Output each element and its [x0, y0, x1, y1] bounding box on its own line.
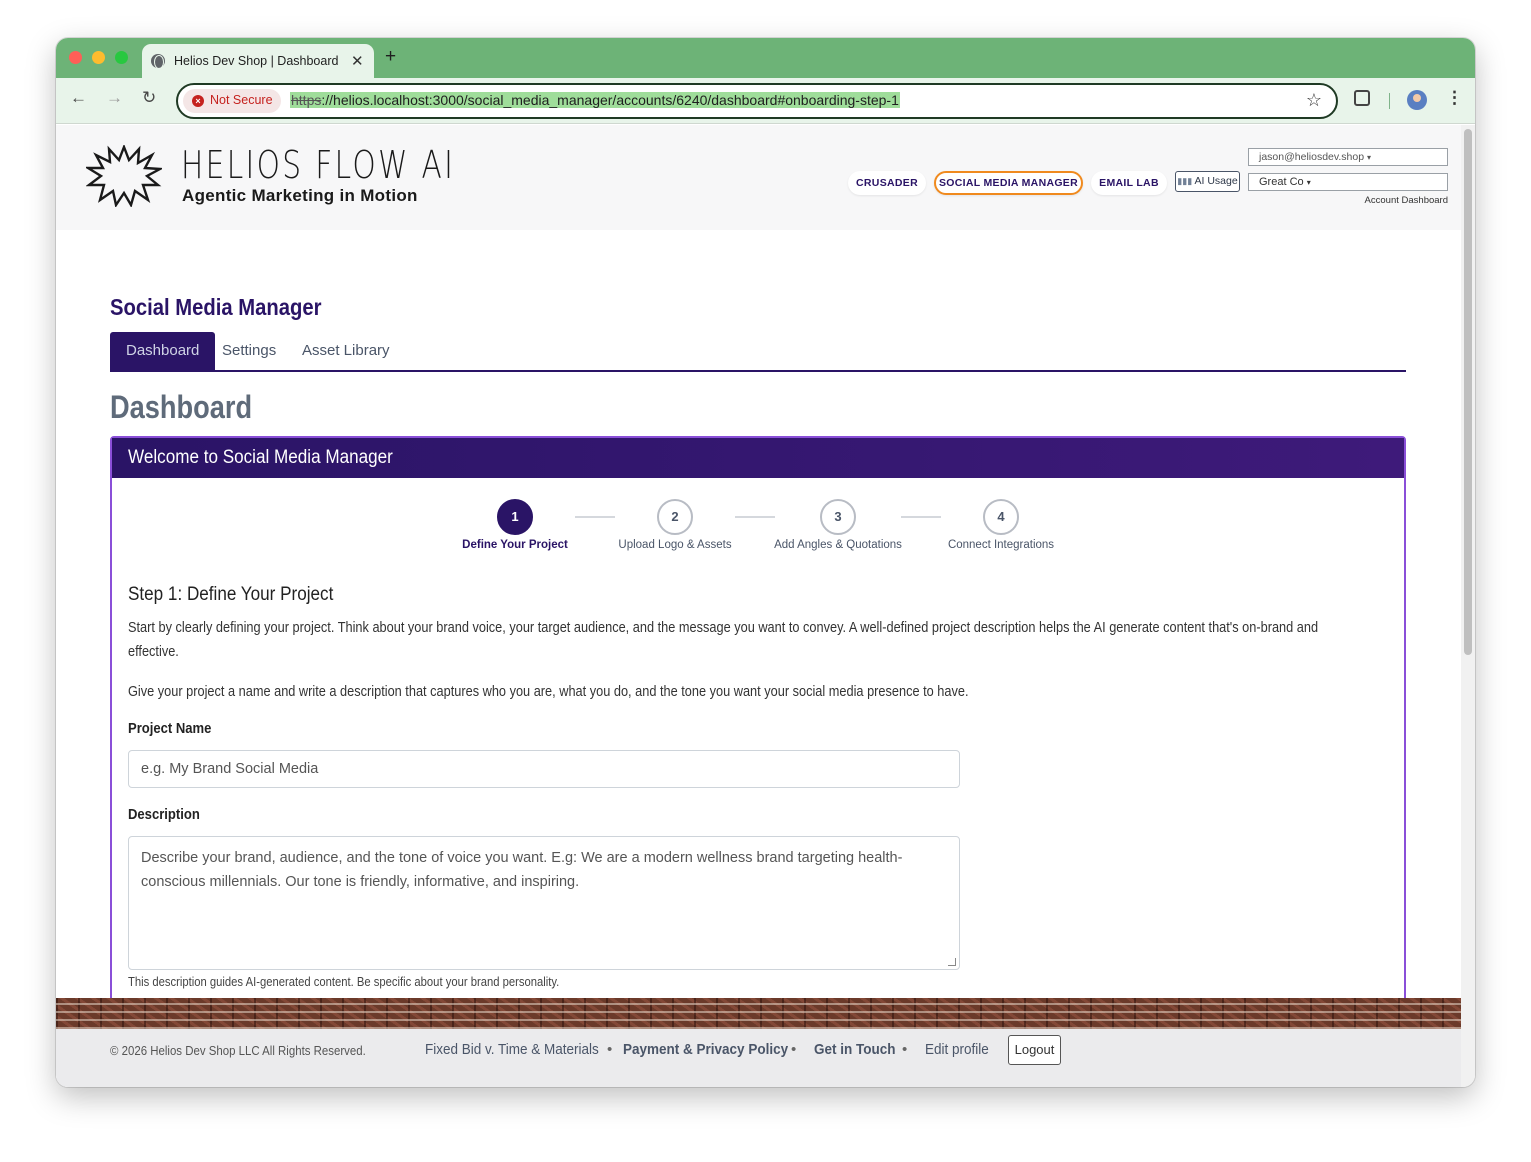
card-header: Welcome to Social Media Manager — [112, 438, 1404, 478]
section-tabs: Dashboard Settings Asset Library — [110, 332, 1406, 372]
card-title: Welcome to Social Media Manager — [128, 447, 393, 468]
browser-window: Helios Dev Shop | Dashboard ✕ + ← → ↻ × … — [56, 38, 1475, 1087]
toolbar-divider — [1389, 93, 1390, 109]
step-4-indicator[interactable]: 4 — [983, 499, 1019, 535]
profile-avatar[interactable] — [1407, 90, 1427, 110]
copyright-text: © 2026 Helios Dev Shop LLC All Rights Re… — [110, 1043, 366, 1058]
back-arrow-icon[interactable]: ← — [70, 88, 87, 108]
step-2-label: Upload Logo & Assets — [618, 539, 732, 551]
instruction-paragraph: Give your project a name and write a des… — [128, 684, 969, 700]
caret-down-icon: ▾ — [1306, 178, 1311, 187]
url-path: ://helios.localhost:3000/social_media_ma… — [321, 92, 899, 108]
footer-link-edit-profile[interactable]: Edit profile — [925, 1041, 989, 1058]
user-email: jason@heliosdev.shop — [1259, 151, 1365, 163]
close-window-button[interactable] — [69, 51, 82, 64]
step-connector — [575, 516, 615, 518]
ai-usage-button[interactable]: ▮▮▮ AI Usage — [1175, 171, 1240, 192]
account-name: Great Co — [1259, 176, 1304, 188]
app-title: Social Media Manager — [110, 294, 322, 320]
ai-usage-label: AI Usage — [1194, 175, 1238, 187]
browser-toolbar: ← → ↻ × Not Secure https://helios.localh… — [56, 78, 1475, 124]
project-name-label: Project Name — [128, 721, 212, 737]
tab-dashboard[interactable]: Dashboard — [110, 332, 216, 370]
nav-crusader[interactable]: CRUSADER — [848, 171, 926, 195]
url-text[interactable]: https://helios.localhost:3000/social_med… — [290, 92, 900, 108]
page-scrollbar[interactable] — [1461, 125, 1475, 1087]
logout-button[interactable]: Logout — [1008, 1035, 1061, 1065]
minimize-window-button[interactable] — [92, 51, 105, 64]
step-connector — [901, 516, 941, 518]
footer-link-payment-privacy[interactable]: Payment & Privacy Policy — [623, 1041, 788, 1058]
warning-icon: × — [192, 95, 204, 107]
star-icon[interactable]: ☆ — [1306, 90, 1322, 111]
tab-asset-library[interactable]: Asset Library — [302, 332, 390, 370]
browser-tab-active[interactable]: Helios Dev Shop | Dashboard ✕ — [142, 44, 374, 78]
new-tab-button[interactable]: + — [385, 46, 396, 68]
extensions-icon[interactable] — [1354, 90, 1370, 106]
tab-settings[interactable]: Settings — [222, 332, 276, 370]
footer-separator: • — [902, 1041, 908, 1058]
site-header: HELIOS FLOW AI Agentic Marketing in Moti… — [56, 125, 1461, 230]
description-label: Description — [128, 807, 200, 823]
step-connector — [735, 516, 775, 518]
tab-title: Helios Dev Shop | Dashboard — [174, 54, 339, 68]
address-bar[interactable]: × Not Secure https://helios.localhost:30… — [176, 83, 1338, 119]
step-2-indicator[interactable]: 2 — [657, 499, 693, 535]
resize-handle-icon[interactable] — [948, 958, 956, 966]
step-3-label: Add Angles & Quotations — [774, 539, 902, 551]
brick-banner — [56, 998, 1461, 1029]
url-scheme: https — [291, 92, 322, 108]
page-viewport: HELIOS FLOW AI Agentic Marketing in Moti… — [56, 125, 1461, 1087]
security-indicator[interactable]: × Not Secure — [183, 89, 281, 113]
user-menu-select[interactable]: jason@heliosdev.shop ▾ — [1248, 148, 1448, 166]
page-heading: Dashboard — [110, 389, 253, 425]
step-3-indicator[interactable]: 3 — [820, 499, 856, 535]
reload-icon[interactable]: ↻ — [142, 88, 156, 108]
account-dashboard-link[interactable]: Account Dashboard — [1365, 195, 1448, 206]
onboarding-card: Welcome to Social Media Manager 1 Define… — [110, 436, 1406, 1087]
footer-separator: • — [607, 1041, 613, 1058]
caret-down-icon: ▾ — [1366, 153, 1371, 162]
tab-strip: Helios Dev Shop | Dashboard ✕ + — [56, 38, 1475, 78]
footer-link-fixed-bid[interactable]: Fixed Bid v. Time & Materials — [425, 1041, 599, 1058]
account-select[interactable]: Great Co ▾ — [1248, 173, 1448, 191]
starburst-logo-icon[interactable] — [86, 145, 162, 207]
scrollbar-thumb[interactable] — [1464, 129, 1472, 655]
maximize-window-button[interactable] — [115, 51, 128, 64]
description-help-text: This description guides AI-generated con… — [128, 975, 560, 989]
brand-name[interactable]: HELIOS FLOW AI — [181, 143, 455, 187]
project-name-input[interactable] — [128, 750, 960, 788]
forward-arrow-icon[interactable]: → — [106, 88, 123, 108]
tab-close-icon[interactable]: ✕ — [351, 52, 364, 70]
footer-link-get-in-touch[interactable]: Get in Touch — [814, 1041, 896, 1058]
intro-paragraph: Start by clearly defining your project. … — [128, 620, 1319, 660]
more-menu-icon[interactable]: ⋮ — [1446, 88, 1463, 108]
step-1-indicator[interactable]: 1 — [497, 499, 533, 535]
bar-chart-icon: ▮▮▮ — [1177, 176, 1193, 186]
brand-tagline: Agentic Marketing in Motion — [182, 186, 418, 205]
globe-icon — [151, 54, 165, 69]
step-1-label: Define Your Project — [462, 539, 568, 551]
description-textarea[interactable] — [128, 836, 960, 970]
site-footer: © 2026 Helios Dev Shop LLC All Rights Re… — [56, 1029, 1461, 1087]
nav-social-media-manager[interactable]: SOCIAL MEDIA MANAGER — [934, 171, 1083, 195]
step-4-label: Connect Integrations — [947, 539, 1055, 551]
nav-email-lab[interactable]: EMAIL LAB — [1091, 171, 1167, 195]
step-title: Step 1: Define Your Project — [128, 584, 334, 605]
footer-separator: • — [791, 1041, 797, 1058]
security-label: Not Secure — [210, 93, 273, 107]
